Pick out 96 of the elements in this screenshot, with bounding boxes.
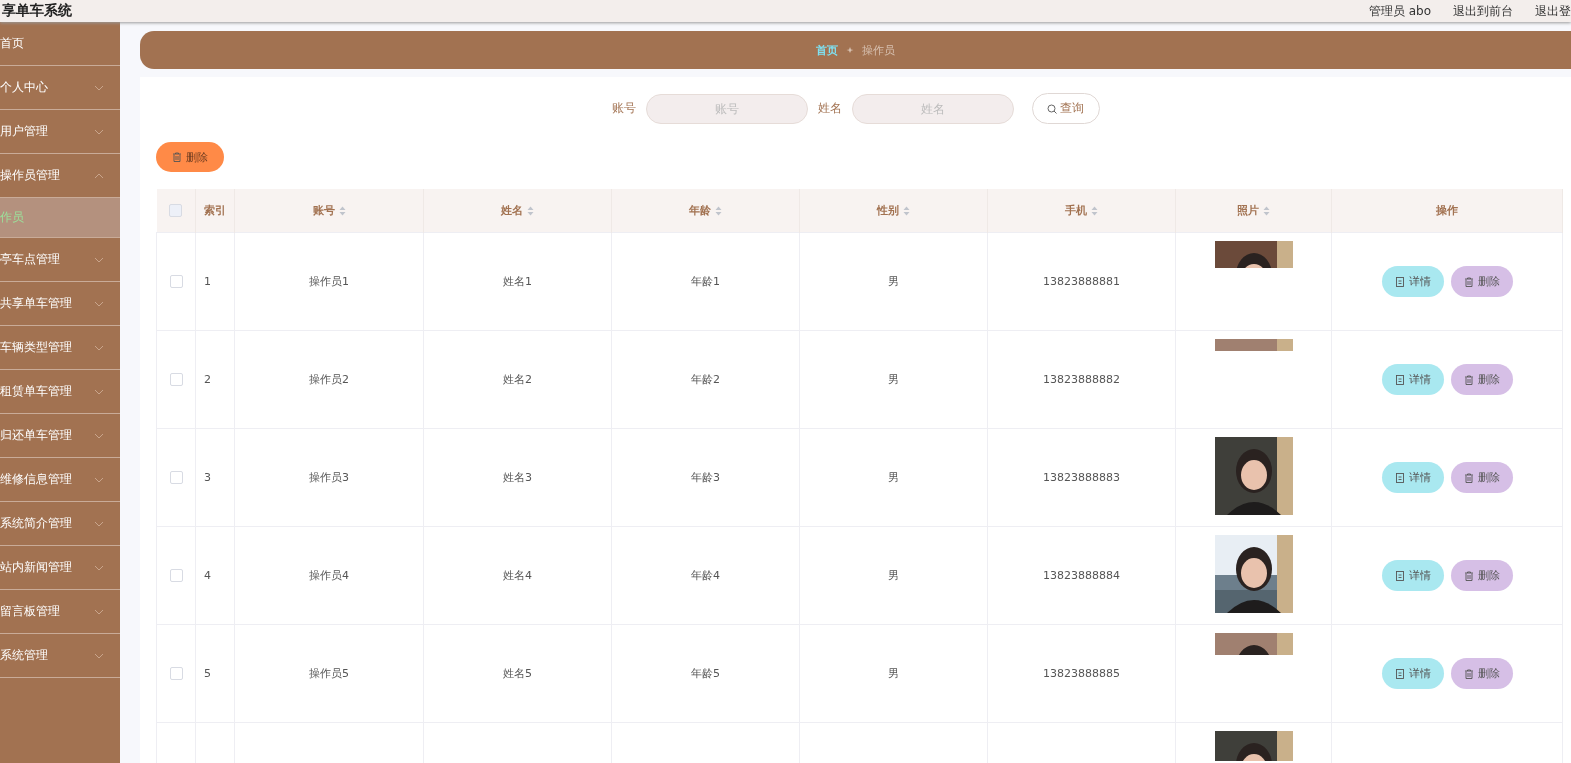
delete-button[interactable]: 删除 (1450, 560, 1513, 591)
sort-icon (1091, 205, 1098, 216)
column-header[interactable]: 性别 (877, 203, 910, 218)
chevron-icon (94, 256, 104, 263)
document-icon (1394, 570, 1405, 581)
field-label: 姓名 (817, 100, 842, 117)
table-cell: 姓名1 (503, 275, 532, 288)
table-cell: 1 (204, 275, 211, 288)
chevron-icon (94, 476, 104, 483)
checkbox[interactable] (169, 569, 183, 583)
separator-icon (846, 46, 854, 54)
table-cell: 13823888884 (1043, 569, 1120, 582)
chevron-icon (94, 520, 104, 527)
delete-button[interactable]: 删除 (1450, 364, 1513, 395)
detail-button[interactable]: 详情 (1381, 364, 1444, 395)
header-link[interactable]: 退出到前台 (1453, 2, 1513, 20)
table-cell: 年龄5 (691, 667, 720, 680)
table-cell: 5 (204, 667, 211, 680)
document-icon (1394, 374, 1405, 385)
document-icon (1394, 472, 1405, 483)
checkbox[interactable] (169, 373, 183, 387)
column-header[interactable]: 姓名 (501, 203, 534, 218)
table-cell: 13823888883 (1043, 471, 1120, 484)
chevron-icon (94, 388, 104, 395)
detail-button[interactable]: 详情 (1381, 462, 1444, 493)
delete-button[interactable]: 删除 (1450, 462, 1513, 493)
sort-icon (1263, 205, 1270, 216)
sort-icon (527, 205, 534, 216)
column-header[interactable]: 账号 (312, 203, 346, 218)
table-cell: 年龄2 (691, 373, 720, 386)
table-cell: 年龄3 (691, 471, 720, 484)
chevron-icon (94, 432, 104, 439)
trash-icon (1463, 668, 1474, 679)
trash-icon (1463, 374, 1474, 385)
detail-button[interactable]: 详情 (1381, 266, 1444, 297)
table-cell: 年龄4 (691, 569, 720, 582)
table-cell: 姓名5 (503, 667, 532, 680)
table-cell: 年龄1 (691, 275, 720, 288)
detail-button[interactable]: 详情 (1381, 560, 1444, 591)
delete-button[interactable]: 删除 (1450, 266, 1513, 297)
table-cell: 操作员3 (309, 471, 349, 484)
delete-button[interactable]: 删除 (1450, 658, 1513, 689)
column-header[interactable]: 照片 (1237, 203, 1270, 218)
document-icon (1394, 276, 1405, 287)
chevron-icon (94, 128, 104, 135)
chevron-icon (94, 172, 104, 179)
chevron-icon (94, 84, 104, 91)
trash-icon (1463, 472, 1474, 483)
column-header[interactable]: 手机 (1065, 203, 1098, 218)
table-cell: 2 (204, 373, 211, 386)
sort-icon (338, 205, 346, 216)
table-cell: 男 (888, 471, 899, 484)
trash-icon (1463, 276, 1474, 287)
checkbox[interactable] (169, 275, 183, 289)
detail-button[interactable]: 详情 (1381, 658, 1444, 689)
chevron-icon (94, 300, 104, 307)
column-header: 操作 (1436, 203, 1458, 218)
sort-icon (715, 205, 722, 216)
table-cell: 男 (888, 275, 899, 288)
table-cell: 操作员5 (309, 667, 349, 680)
field-label: 账号 (611, 100, 636, 117)
search-button[interactable]: 查询 (1031, 93, 1100, 124)
user-label: 管理员 abo (1368, 2, 1431, 20)
search-icon (1047, 103, 1057, 114)
table-cell: 姓名3 (503, 471, 532, 484)
trash-icon (172, 152, 182, 162)
chevron-icon (94, 344, 104, 351)
trash-icon (1463, 570, 1474, 581)
table-cell: 13823888882 (1043, 373, 1120, 386)
table-cell: 操作员1 (309, 275, 349, 288)
column-header: 索引 (204, 203, 226, 218)
checkbox[interactable] (169, 667, 183, 681)
table-cell: 男 (888, 373, 899, 386)
checkbox[interactable] (169, 204, 183, 218)
header-link[interactable]: 退出登 (1535, 2, 1571, 20)
document-icon (1394, 668, 1405, 679)
column-header[interactable]: 年龄 (689, 203, 722, 218)
delete-button[interactable]: 删除 (156, 142, 224, 172)
app-title: 享单车系统 (1, 2, 72, 20)
table-cell: 13823888881 (1043, 275, 1120, 288)
chevron-icon (94, 608, 104, 615)
table-cell: 姓名2 (503, 373, 532, 386)
sort-icon (903, 205, 910, 216)
table-cell: 男 (888, 569, 899, 582)
table-cell: 姓名4 (503, 569, 532, 582)
table-cell: 操作员4 (309, 569, 349, 582)
table-cell: 3 (204, 471, 211, 484)
chevron-icon (94, 564, 104, 571)
breadcrumb-link[interactable]: 操作员 (862, 42, 895, 58)
chevron-icon (94, 652, 104, 659)
table-cell: 13823888885 (1043, 667, 1120, 680)
table-cell: 男 (888, 667, 899, 680)
checkbox[interactable] (169, 471, 183, 485)
table-cell: 4 (204, 569, 211, 582)
breadcrumb-link[interactable]: 首页 (816, 42, 838, 58)
table-cell: 操作员2 (309, 373, 349, 386)
